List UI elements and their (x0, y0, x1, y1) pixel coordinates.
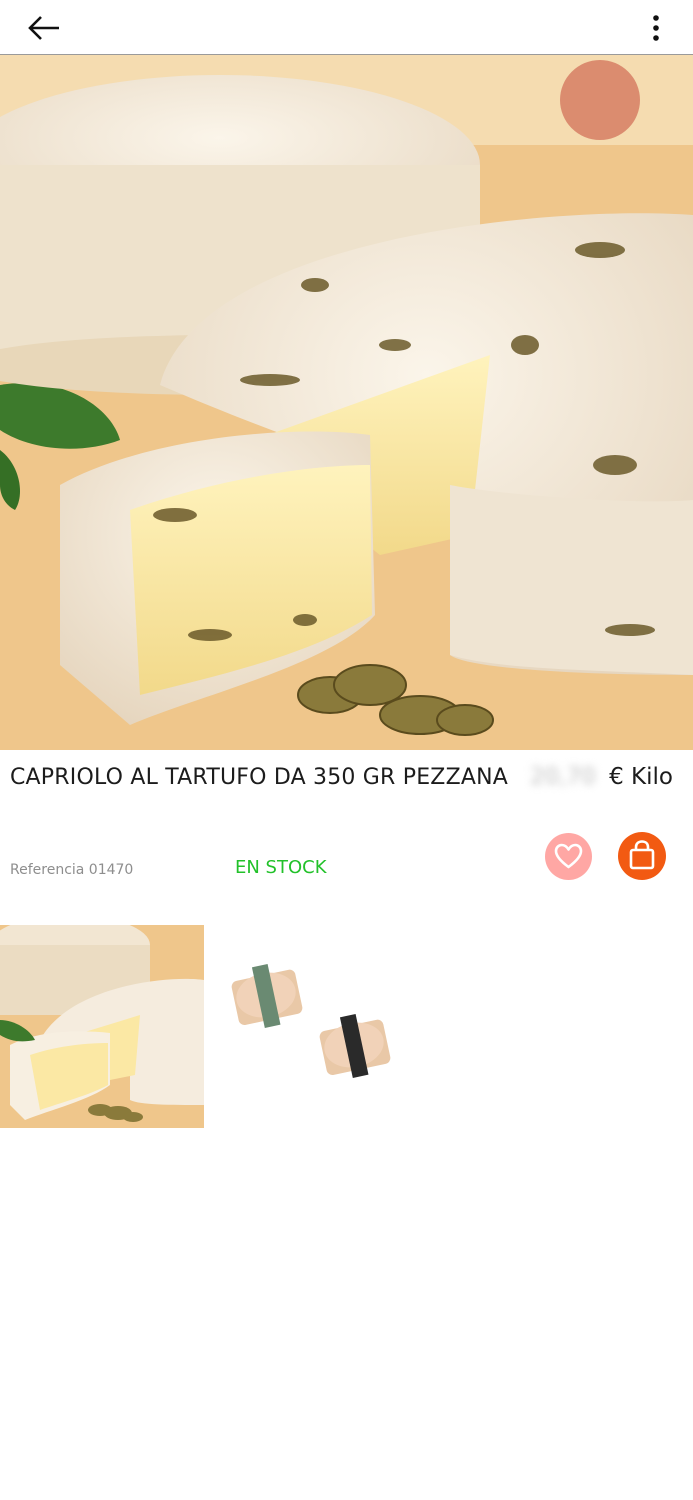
add-to-cart-button[interactable] (618, 832, 666, 880)
more-vertical-icon (653, 15, 659, 41)
price-amount: 20,70 (529, 764, 596, 790)
more-options-button[interactable] (644, 10, 668, 46)
favorite-button[interactable] (545, 833, 592, 880)
thumbnail-cheese[interactable] (0, 925, 204, 1128)
top-app-bar (0, 0, 693, 55)
back-button[interactable] (22, 10, 66, 46)
cheese-thumbnail-image (0, 925, 204, 1128)
product-price: 20,70 € Kilo (530, 764, 673, 790)
packaged-cheese-thumbnail-image (231, 963, 391, 1078)
heart-icon (554, 843, 583, 869)
price-unit: € Kilo (609, 764, 673, 790)
stock-status: EN STOCK (235, 857, 327, 878)
cheese-photo (0, 55, 693, 750)
shopping-bag-icon (629, 840, 655, 870)
product-main-image[interactable] (0, 55, 693, 750)
arrow-left-icon (28, 16, 59, 40)
product-title: CAPRIOLO AL TARTUFO DA 350 GR PEZZANA (10, 765, 508, 790)
product-reference: Referencia 01470 (10, 862, 134, 878)
thumbnail-packaged[interactable] (214, 940, 404, 1090)
